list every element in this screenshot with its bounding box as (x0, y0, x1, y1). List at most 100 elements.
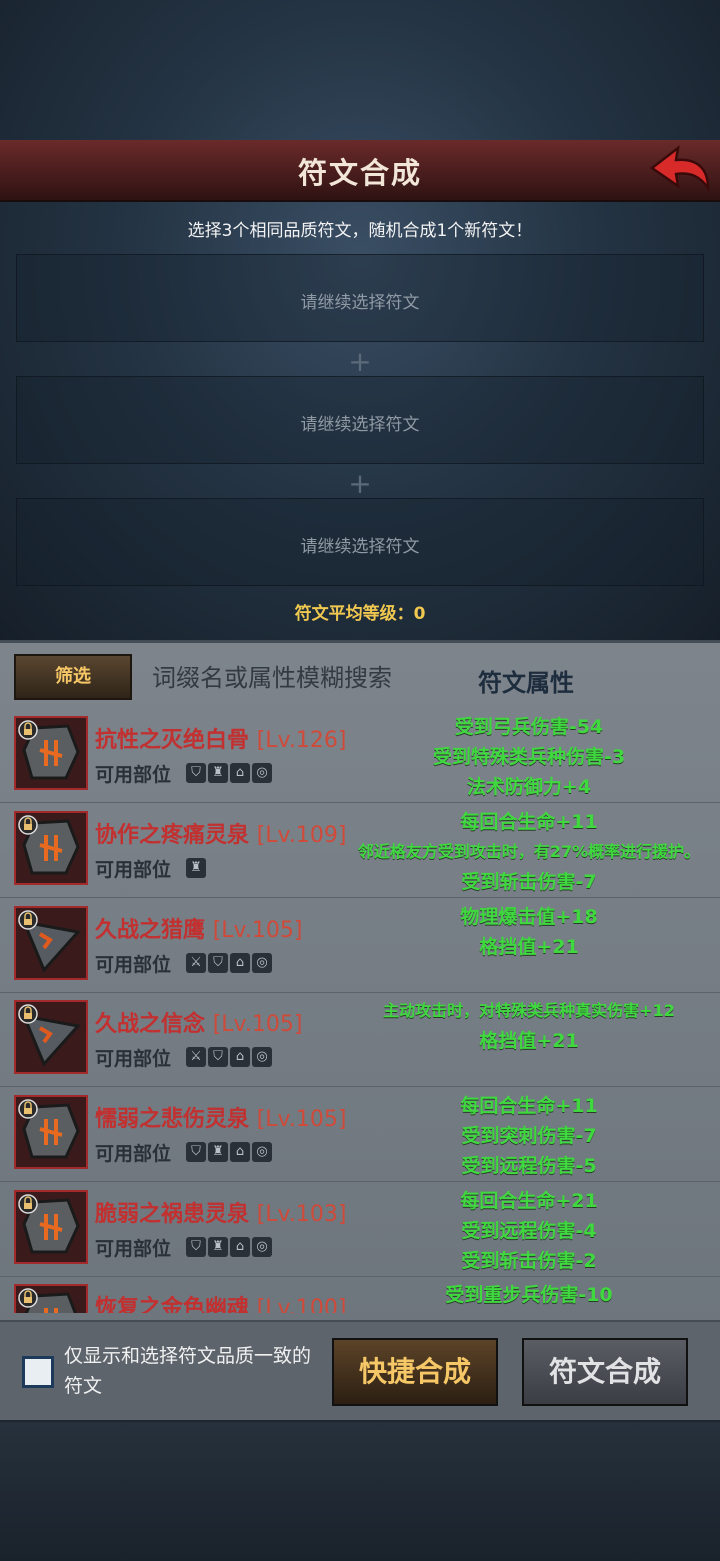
rune-name-text: 懦弱之悲伤灵泉 (95, 1107, 250, 1132)
rune-list[interactable]: 抗性之灭绝白骨 [Lv.126] 可用部位 ⛉ ♜ ⌂ ◎ 受到弓兵伤害-54 受到特殊… (0, 708, 720, 1313)
cloak-icon: ⌂ (230, 1142, 250, 1162)
rune-slot-1[interactable]: 请继续选择符文 (16, 254, 704, 342)
slot-label: 请继续选择符文 (300, 293, 420, 313)
armor-icon: ♜ (208, 1237, 228, 1257)
rune-attributes: 主动攻击时，对特殊类兵种真实伤害+12 格挡值+21 (340, 996, 718, 1056)
ring-icon: ◎ (252, 763, 272, 783)
sword-icon: ⚔ (186, 953, 206, 973)
parts-icons: ⚔ ⛉ ⌂ ◎ (186, 953, 272, 973)
quick-synthesize-button[interactable]: 快捷合成 (332, 1338, 498, 1406)
ring-icon: ◎ (252, 1047, 272, 1067)
slot-label: 请继续选择符文 (300, 537, 420, 557)
cloak-icon: ⌂ (230, 1237, 250, 1257)
filter-button[interactable]: 筛选 (14, 654, 132, 700)
rune-slot-2[interactable]: 请继续选择符文 (16, 376, 704, 464)
shield-icon: ⛉ (208, 953, 228, 973)
rune-row[interactable]: 恢复之金色幽魂 [Lv.100] 可用部位 受到重步兵伤害-10 (0, 1276, 720, 1313)
stone-rune-icon (14, 1190, 88, 1264)
parts-icons: ♜ (186, 858, 206, 878)
rune-attribute: 受到突刺伤害-7 (461, 1125, 597, 1147)
shield-icon: ⛉ (186, 763, 206, 783)
rune-name: 抗性之灭绝白骨 [Lv.126] (95, 722, 346, 754)
stone-rune-icon (14, 1095, 88, 1169)
rune-attribute: 每回合生命+21 (460, 1190, 598, 1212)
slot-label: 请继续选择符文 (300, 415, 420, 435)
sword-icon: ⚔ (186, 1047, 206, 1067)
page-title: 符文合成 (297, 156, 422, 190)
rune-name-text: 协作之疼痛灵泉 (95, 823, 250, 848)
rune-attribute: 每回合生命+11 (460, 1095, 598, 1117)
back-button[interactable] (648, 144, 712, 198)
plus-icon: + (348, 345, 372, 378)
parts-label: 可用部位 (95, 1143, 172, 1165)
rune-name-text: 久战之信念 (95, 1012, 206, 1037)
parts-icons: ⚔ ⛉ ⌂ ◎ (186, 1047, 272, 1067)
rune-row[interactable]: 懦弱之悲伤灵泉 [Lv.105] 可用部位 ⛉ ♜ ⌂ ◎ 每回合生命+11 受到突刺伤… (0, 1087, 720, 1182)
parts-label: 可用部位 (95, 764, 172, 786)
rune-attribute: 邻近格友方受到攻击时，有27%概率进行援护。 (357, 842, 701, 861)
rune-name-text: 脆弱之祸患灵泉 (95, 1202, 250, 1227)
rune-name: 协作之疼痛灵泉 [Lv.109] (95, 817, 346, 849)
rune-name-text: 久战之猎鹰 (95, 918, 206, 943)
rune-level: [Lv.105] (212, 1012, 303, 1037)
parts-label: 可用部位 (95, 1048, 172, 1070)
rune-name-text: 恢复之金色幽魂 (95, 1296, 250, 1313)
rune-attribute: 受到远程伤害-4 (461, 1220, 597, 1242)
parts-icons: ⛉ ♜ ⌂ ◎ (186, 1237, 272, 1257)
title-bar: 符文合成 (0, 140, 720, 202)
rune-row[interactable]: 协作之疼痛灵泉 [Lv.109] 可用部位 ♜ 每回合生命+11 邻近格友方受到攻… (0, 803, 720, 898)
shield-icon: ⛉ (208, 1047, 228, 1067)
synthesize-button[interactable]: 符文合成 (522, 1338, 688, 1406)
rune-attribute: 法术防御力+4 (466, 776, 592, 798)
armor-icon: ♜ (208, 763, 228, 783)
rune-row[interactable]: 久战之猎鹰 [Lv.105] 可用部位 ⚔ ⛉ ⌂ ◎ 物理爆击值+18 格挡值+21 (0, 898, 720, 993)
rune-attribute: 受到远程伤害-5 (461, 1155, 597, 1177)
plus-icon: + (348, 467, 372, 500)
rune-level: [Lv.105] (212, 918, 303, 943)
rune-row[interactable]: 抗性之灭绝白骨 [Lv.126] 可用部位 ⛉ ♜ ⌂ ◎ 受到弓兵伤害-54 受到特殊… (0, 708, 720, 803)
rune-attributes: 受到弓兵伤害-54 受到特殊类兵种伤害-3 法术防御力+4 (340, 712, 718, 802)
rune-slot-3[interactable]: 请继续选择符文 (16, 498, 704, 586)
rune-attribute: 受到斩击伤害-7 (461, 871, 597, 893)
parts-label: 可用部位 (95, 954, 172, 976)
average-level: 符文平均等级：0 (294, 604, 426, 624)
quality-filter-checkbox[interactable] (22, 1356, 54, 1388)
rune-attribute: 受到特殊类兵种伤害-3 (432, 746, 626, 768)
rune-attributes: 每回合生命+11 邻近格友方受到攻击时，有27%概率进行援护。 受到斩击伤害-7 (340, 807, 718, 897)
shield-icon: ⛉ (186, 1142, 206, 1162)
parts-label: 可用部位 (95, 1238, 172, 1260)
stone-rune-icon (14, 1284, 88, 1313)
rune-name: 久战之信念 [Lv.105] (95, 1006, 302, 1038)
search-input[interactable] (140, 656, 470, 700)
back-arrow-icon (649, 145, 710, 193)
rune-row[interactable]: 久战之信念 [Lv.105] 可用部位 ⚔ ⛉ ⌂ ◎ 主动攻击时，对特殊类兵种真实伤… (0, 992, 720, 1087)
rune-name: 恢复之金色幽魂 [Lv.100] (95, 1290, 346, 1313)
rune-attribute: 受到斩击伤害-2 (461, 1250, 597, 1272)
rune-level: [Lv.100] (256, 1296, 347, 1313)
rune-name: 久战之猎鹰 [Lv.105] (95, 912, 302, 944)
rune-attributes: 每回合生命+21 受到远程伤害-4 受到斩击伤害-2 (340, 1186, 718, 1276)
parts-icons: ⛉ ♜ ⌂ ◎ (186, 1142, 272, 1162)
armor-icon: ♜ (208, 1142, 228, 1162)
rune-attribute: 格挡值+21 (479, 936, 579, 958)
rune-row[interactable]: 脆弱之祸患灵泉 [Lv.103] 可用部位 ⛉ ♜ ⌂ ◎ 每回合生命+21 受到远程伤… (0, 1182, 720, 1277)
cloak-icon: ⌂ (230, 1047, 250, 1067)
rune-attribute: 受到重步兵伤害-10 (445, 1284, 613, 1306)
rune-attributes: 每回合生命+11 受到突刺伤害-7 受到远程伤害-5 (340, 1091, 718, 1181)
rune-name-text: 抗性之灭绝白骨 (95, 728, 250, 753)
ring-icon: ◎ (252, 953, 272, 973)
rune-attributes: 物理爆击值+18 格挡值+21 (340, 902, 718, 962)
cloak-icon: ⌂ (230, 953, 250, 973)
shield-icon: ⛉ (186, 1237, 206, 1257)
stone-rune-icon (14, 811, 88, 885)
rune-attributes: 受到重步兵伤害-10 (340, 1280, 718, 1310)
parts-label: 可用部位 (95, 859, 172, 881)
instruction-text: 选择3个相同品质符文，随机合成1个新符文！ (187, 221, 533, 241)
blade-rune-icon (14, 1000, 88, 1074)
parts-icons: ⛉ ♜ ⌂ ◎ (186, 763, 272, 783)
cloak-icon: ⌂ (230, 763, 250, 783)
rune-attribute: 受到弓兵伤害-54 (454, 716, 604, 738)
checkbox-label: 仅显示和选择符文品质一致的符文 (64, 1345, 312, 1397)
stone-rune-icon (14, 716, 88, 790)
ring-icon: ◎ (252, 1142, 272, 1162)
